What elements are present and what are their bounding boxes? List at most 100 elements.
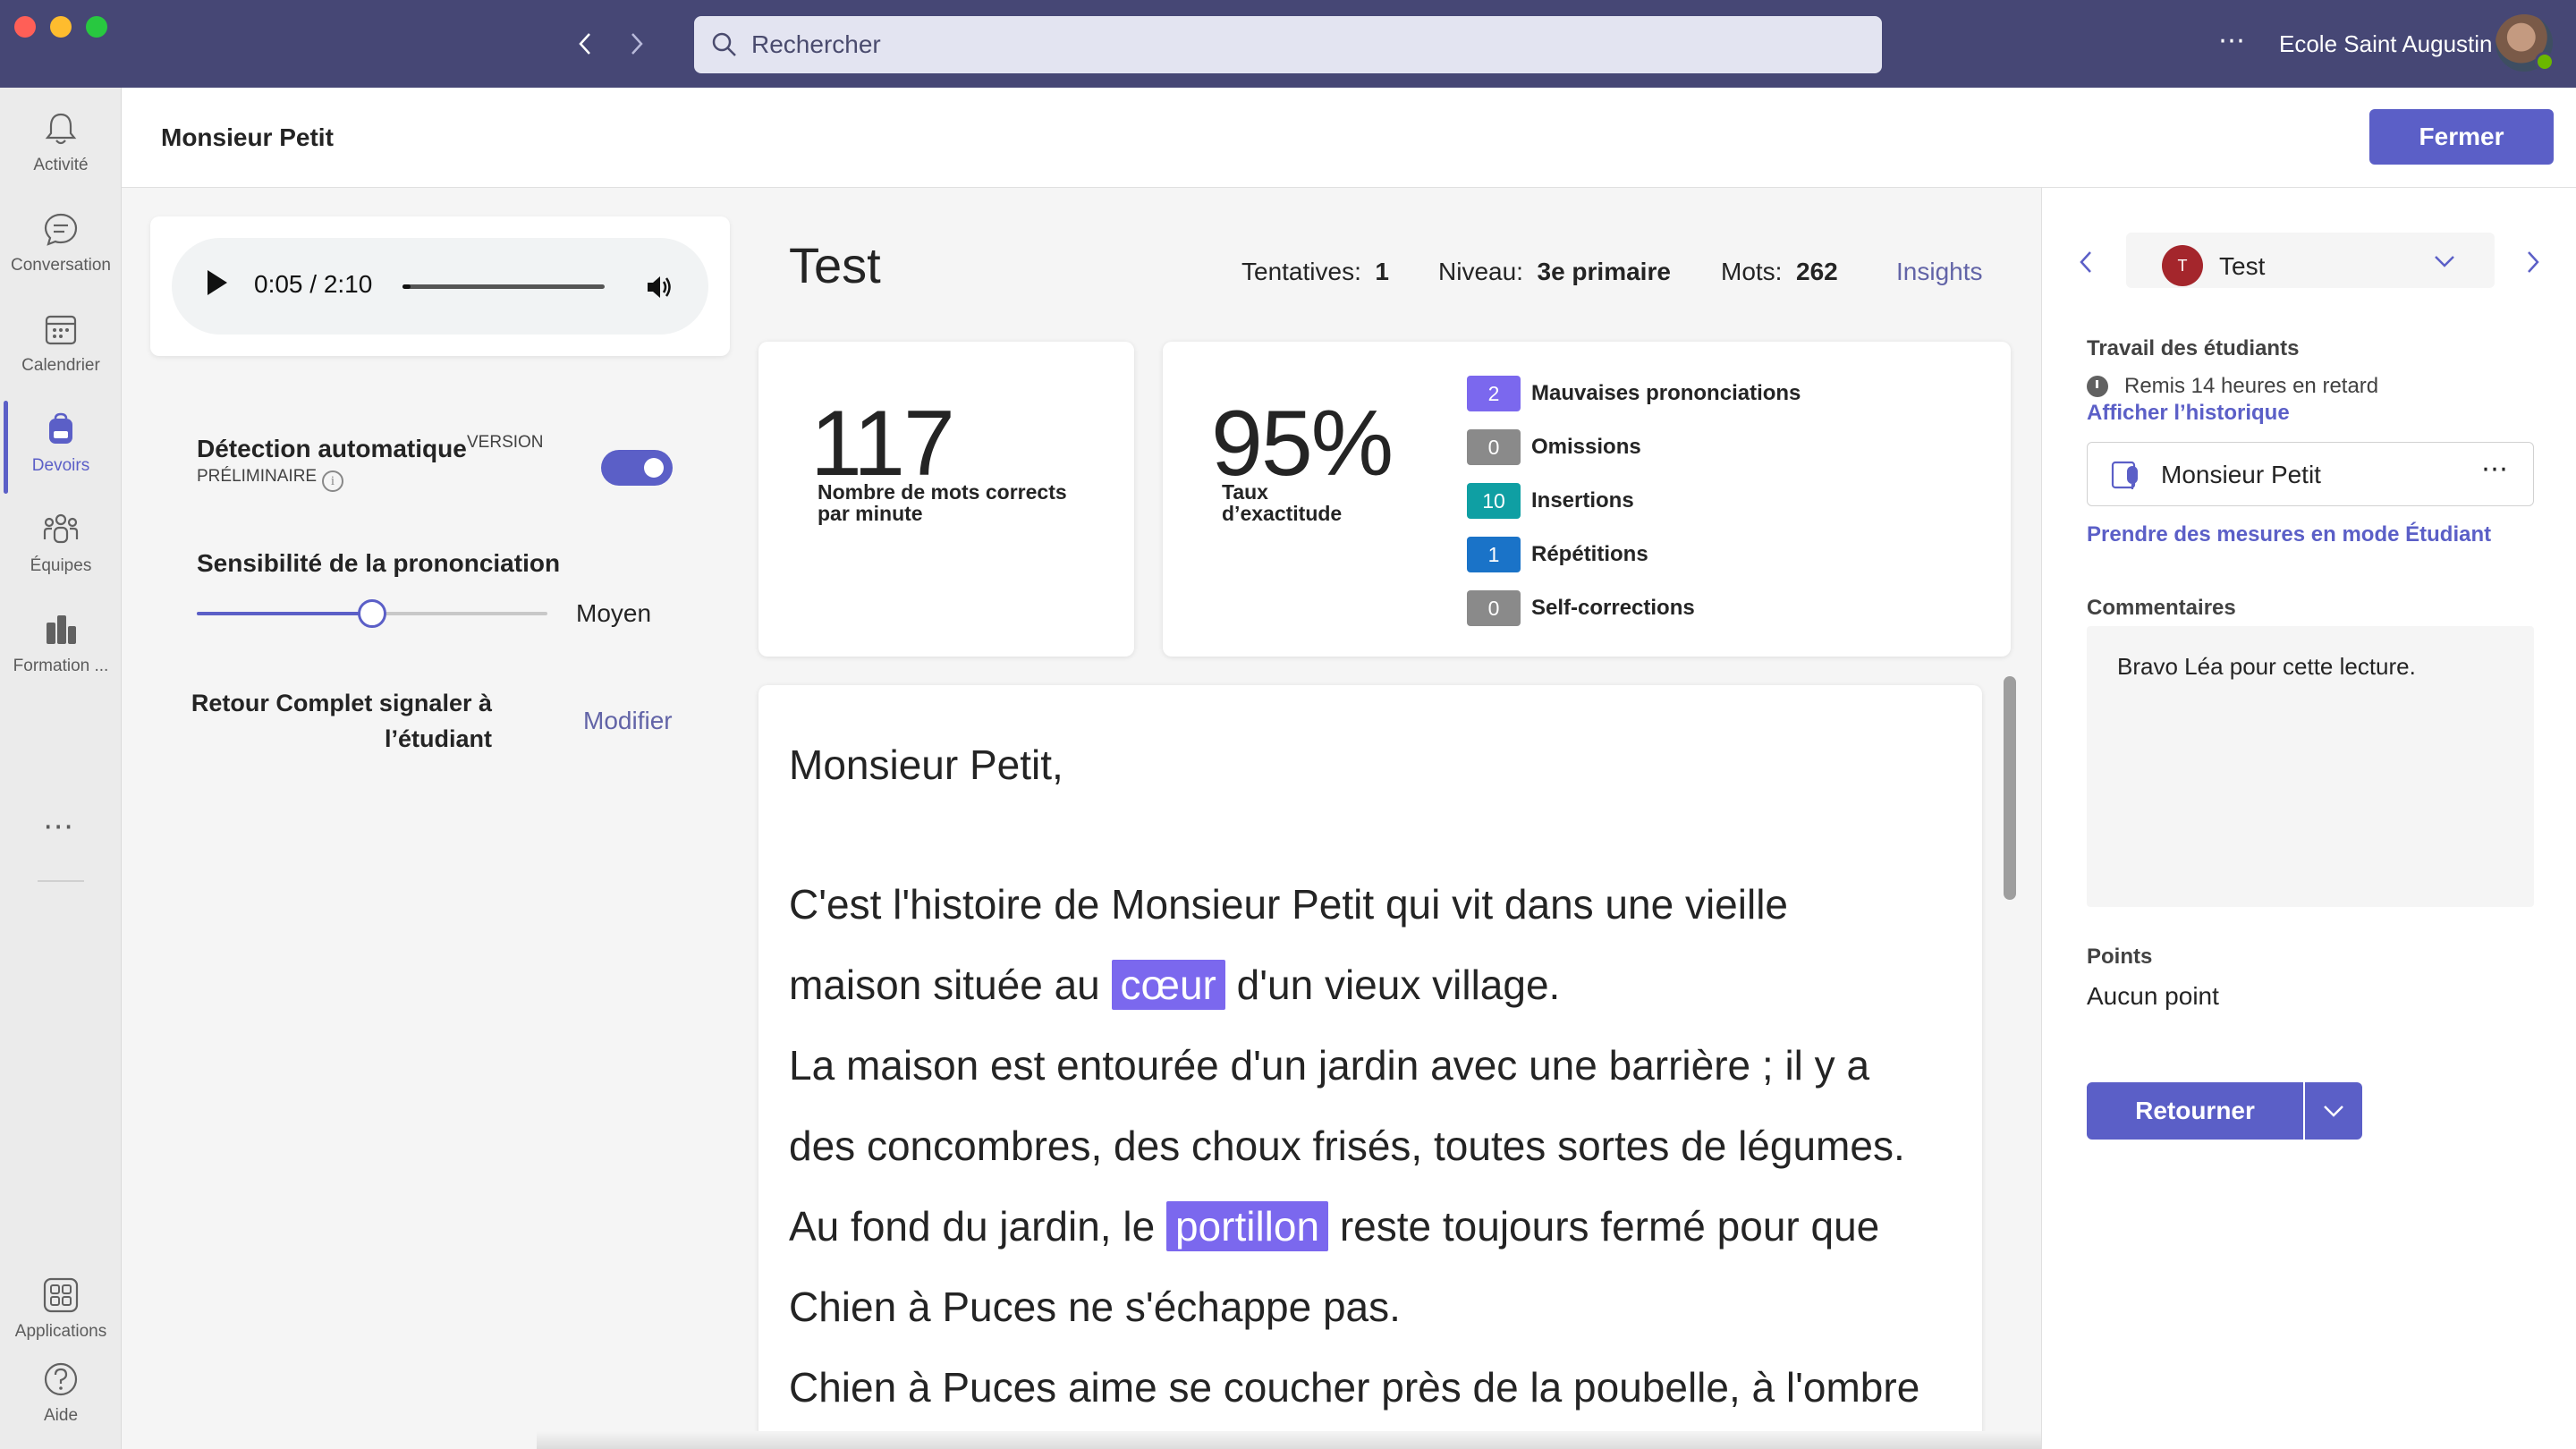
reading-progress-icon (2111, 461, 2138, 489)
passage-line: La maison est entourée d'un jardin avec … (789, 1042, 1870, 1089)
accuracy-card: 95% Taux d’exactitude 2 Mauvaises pronon… (1163, 342, 2011, 657)
error-label: Insertions (1531, 488, 1634, 513)
app-rail: Activité Conversation Calendrier Devoirs… (0, 88, 122, 1449)
modify-link[interactable]: Modifier (583, 707, 673, 735)
next-student-icon[interactable] (2525, 249, 2541, 275)
attempts-label: Tentatives: (1241, 258, 1361, 285)
page-header: Monsieur Petit Fermer (122, 88, 2576, 188)
passage-line: Chien à Puces ne s'échappe pas. (789, 1284, 1401, 1330)
rail-item-conversation[interactable]: Conversation (0, 200, 122, 293)
grading-panel: T Test Travail des étudiants Remis 14 he… (2041, 188, 2576, 1449)
file-more-options-icon[interactable]: ⋯ (2481, 453, 2510, 485)
rail-item-formation[interactable]: Formation ... (0, 601, 122, 694)
chat-icon (44, 213, 78, 246)
assignment-title: Test (789, 237, 881, 293)
passage-scrollbar[interactable] (2004, 676, 2016, 900)
accuracy-caption: Taux d’exactitude (1222, 481, 1342, 524)
error-row-omissions[interactable]: 0 Omissions (1467, 429, 1641, 465)
wcpm-caption: Nombre de mots corrects par minute (818, 481, 1067, 524)
bell-icon (45, 113, 77, 145)
comment-text: Bravo Léa pour cette lecture. (2117, 653, 2416, 680)
level-value: 3e primaire (1537, 258, 1671, 285)
close-button[interactable]: Fermer (2369, 109, 2554, 165)
rail-item-aide[interactable]: Aide (0, 1351, 122, 1444)
points-label: Points (2087, 945, 2153, 969)
rail-label: Activité (33, 156, 89, 174)
student-avatar: T (2162, 245, 2203, 286)
audio-seek-bar[interactable] (402, 284, 605, 289)
error-count-badge: 0 (1467, 429, 1521, 465)
student-mode-link[interactable]: Prendre des mesures en mode Étudiant (2087, 522, 2491, 547)
student-work-label: Travail des étudiants (2087, 336, 2300, 360)
passage-text: maison située au (789, 962, 1112, 1008)
rail-label: Devoirs (31, 456, 90, 475)
chevron-down-icon (2324, 1106, 2343, 1117)
return-dropdown-button[interactable] (2305, 1082, 2362, 1140)
rail-item-equipes[interactable]: Équipes (0, 501, 122, 594)
back-arrow-icon[interactable] (567, 23, 603, 64)
sensitivity-slider-thumb[interactable] (358, 599, 386, 628)
submission-file-card[interactable]: Monsieur Petit ⋯ (2087, 442, 2534, 506)
audio-progress-fill (402, 284, 411, 289)
view-history-link[interactable]: Afficher l’historique (2087, 401, 2290, 426)
apps-icon (43, 1277, 79, 1313)
window-zoom-button[interactable] (86, 16, 107, 38)
insights-link[interactable]: Insights (1896, 258, 1983, 286)
auto-detect-toggle[interactable] (601, 450, 673, 486)
error-label: Self-corrections (1531, 596, 1695, 620)
points-value[interactable]: Aucun point (2087, 982, 2219, 1011)
rail-item-activite[interactable]: Activité (0, 100, 122, 193)
volume-icon[interactable] (644, 272, 674, 302)
rail-label: Applications (14, 1322, 107, 1341)
student-name: Test (2219, 252, 2266, 280)
return-button[interactable]: Retourner (2087, 1082, 2303, 1140)
auto-detect-label: Détection automatique (197, 435, 467, 462)
rail-item-calendrier[interactable]: Calendrier (0, 301, 122, 394)
backpack-icon (49, 412, 72, 444)
error-row-self-corrections[interactable]: 0 Self-corrections (1467, 590, 1695, 626)
accuracy-caption-line1: Taux (1222, 480, 1268, 504)
words-meta: Mots: 262 (1721, 258, 1838, 286)
error-label: Omissions (1531, 435, 1641, 459)
rail-label: Calendrier (21, 356, 100, 375)
comment-input[interactable]: Bravo Léa pour cette lecture. (2087, 626, 2534, 907)
org-name: Ecole Saint Augustin (2279, 30, 2493, 57)
forward-arrow-icon[interactable] (619, 23, 655, 64)
level-meta: Niveau: 3e primaire (1438, 258, 1671, 286)
info-icon[interactable]: i (322, 470, 343, 492)
window-minimize-button[interactable] (50, 16, 72, 38)
teams-icon (43, 513, 79, 544)
play-icon[interactable] (208, 270, 227, 295)
more-options-icon[interactable]: ⋯ (2218, 25, 2247, 56)
error-row-repetitions[interactable]: 1 Répétitions (1467, 537, 1648, 572)
search-input[interactable]: Rechercher (694, 16, 1882, 73)
file-name: Monsieur Petit (2161, 461, 2321, 488)
previous-student-icon[interactable] (2078, 249, 2094, 275)
feedback-setting-line1: Retour Complet signaler à (191, 690, 492, 716)
error-row-insertions[interactable]: 10 Insertions (1467, 483, 1634, 519)
audio-player: 0:05 / 2:10 (172, 238, 708, 335)
sensitivity-value: Moyen (576, 599, 652, 627)
feedback-setting-line2: l’étudiant (385, 725, 492, 752)
chevron-down-icon (2435, 256, 2454, 267)
error-label: Mauvaises prononciations (1531, 381, 1801, 405)
rail-item-devoirs[interactable]: Devoirs (0, 401, 122, 494)
window-close-button[interactable] (14, 16, 36, 38)
calendar-icon (45, 315, 77, 345)
rail-label: Conversation (11, 256, 111, 275)
title-bar: Rechercher ⋯ Ecole Saint Augustin (0, 0, 2576, 88)
student-selector[interactable]: T Test (2126, 233, 2495, 288)
search-icon (712, 32, 736, 56)
error-row-mispronunciations[interactable]: 2 Mauvaises prononciations (1467, 376, 1801, 411)
error-count-badge: 1 (1467, 537, 1521, 572)
attempts-meta: Tentatives: 1 (1241, 258, 1389, 286)
rail-item-applications[interactable]: Applications (0, 1267, 122, 1360)
highlighted-word[interactable]: cœur (1111, 960, 1225, 1010)
reading-passage: Monsieur Petit, C'est l'histoire de Mons… (789, 724, 1970, 1428)
presence-status-icon (2535, 52, 2555, 72)
late-status: Remis 14 heures en retard (2087, 374, 2378, 399)
bottom-shadow (537, 1431, 2057, 1449)
rail-more-icon[interactable]: ⋯ (43, 809, 76, 844)
highlighted-word[interactable]: portillon (1165, 1201, 1329, 1251)
preview-tag: VERSION (467, 433, 544, 452)
